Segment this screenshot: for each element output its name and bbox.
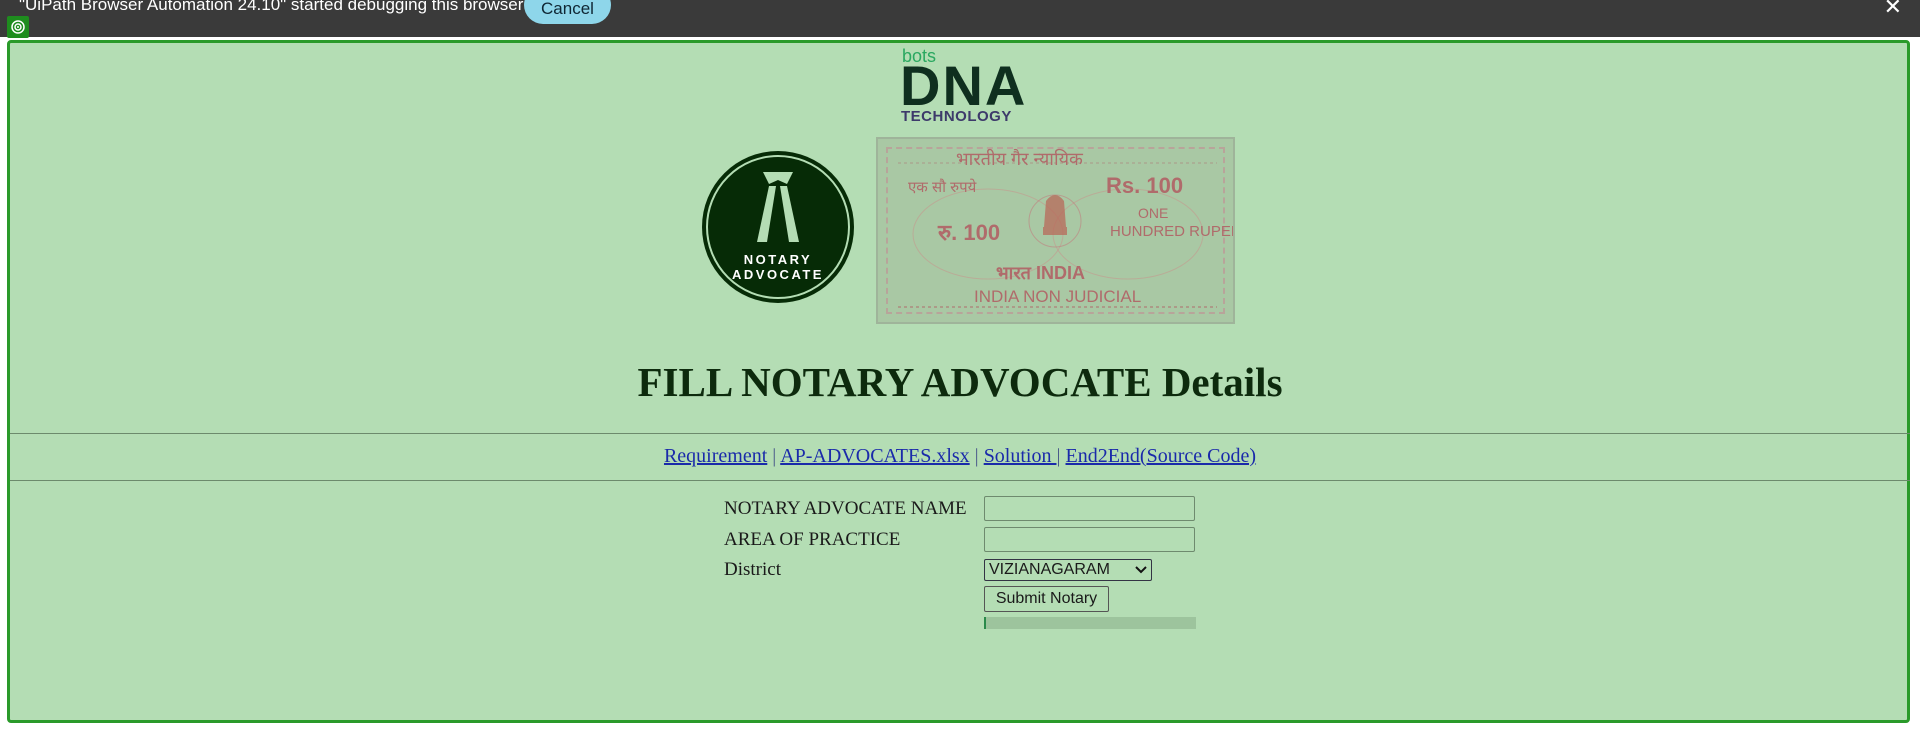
stamp-hundred-rupees: HUNDRED RUPEES [1110, 223, 1233, 240]
stamp-hindi-left: एक सौ रुपये [908, 179, 977, 196]
progress-fill [984, 617, 987, 629]
area-of-practice-input[interactable] [984, 527, 1195, 552]
bots-dna-logo: bots DNA TECHNOLOGY [900, 46, 1025, 128]
district-select[interactable]: VIZIANAGARAM [984, 559, 1152, 581]
close-icon[interactable]: ✕ [1884, 0, 1902, 20]
stamp-rs-left: रु. 100 [938, 220, 1001, 245]
end2end-source-code-link[interactable]: End2End(Source Code) [1066, 445, 1257, 467]
requirement-link[interactable]: Requirement [664, 445, 767, 467]
ap-advocates-xlsx-link[interactable]: AP-ADVOCATES.xlsx [780, 445, 969, 467]
page-title: FILL NOTARY ADVOCATE Details [637, 359, 1283, 405]
link-separator: | [974, 445, 979, 467]
notary-name-label: NOTARY ADVOCATE NAME [724, 498, 967, 519]
divider-top [10, 433, 1910, 434]
cancel-button[interactable]: Cancel [524, 0, 611, 24]
link-separator: | [772, 445, 777, 467]
badge-line1: NOTARY [744, 252, 812, 267]
debugging-bar: "UiPath Browser Automation 24.10" starte… [0, 0, 1920, 37]
solution-link[interactable]: Solution [984, 445, 1057, 467]
stamp-bharat-india: भारत INDIA [996, 263, 1085, 283]
link-separator: | [1056, 445, 1061, 467]
area-of-practice-label: AREA OF PRACTICE [724, 529, 901, 550]
stamp-hindi-top: भारतीय गैर न्यायिक [956, 149, 1083, 169]
uipath-target-icon [7, 16, 29, 38]
notary-advocate-badge: NOTARY ADVOCATE [701, 150, 855, 304]
badge-line2: ADVOCATE [732, 267, 824, 282]
chevron-down-icon [1135, 566, 1147, 574]
stamp-one: ONE [1138, 205, 1169, 221]
submit-notary-button[interactable]: Submit Notary [984, 586, 1109, 612]
submit-progress-bar [984, 617, 1196, 629]
logo-technology-text: TECHNOLOGY [901, 108, 1012, 125]
logo-dna-text: DNA [900, 54, 1028, 117]
divider-bottom [10, 480, 1910, 481]
stamp-rs-right: Rs. 100 [1106, 173, 1184, 198]
district-label: District [724, 559, 781, 580]
district-selected-value: VIZIANAGARAM [989, 561, 1110, 578]
stamp-india-non-judicial: INDIA NON JUDICIAL [974, 287, 1142, 306]
debugging-message: "UiPath Browser Automation 24.10" starte… [19, 0, 524, 14]
links-row: Requirement | AP-ADVOCATES.xlsx | Soluti… [0, 445, 1920, 468]
stamp-paper-image: भारतीय गैर न्यायिक एक सौ रुपये Rs. 100 र… [876, 137, 1235, 324]
notary-name-input[interactable] [984, 496, 1195, 521]
